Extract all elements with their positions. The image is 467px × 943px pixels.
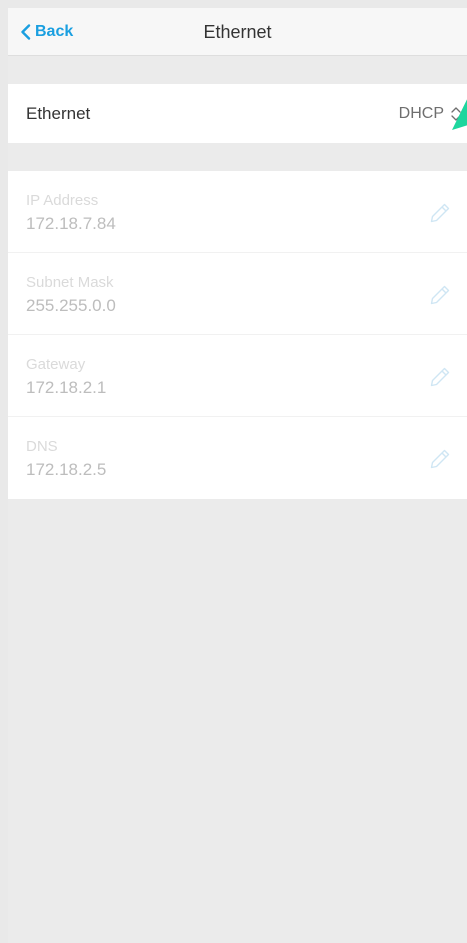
dns-row: DNS 172.18.2.5	[8, 417, 467, 499]
edit-gateway-button[interactable]	[425, 362, 455, 392]
ip-address-row: IP Address 172.18.7.84	[8, 171, 467, 253]
ethernet-settings-screen: Back Ethernet Ethernet DHCP IP Address 1…	[8, 8, 467, 943]
ethernet-mode-row[interactable]: Ethernet DHCP	[8, 84, 467, 143]
edit-dns-button[interactable]	[425, 444, 455, 474]
subnet-mask-value: 255.255.0.0	[26, 296, 116, 315]
page-title: Ethernet	[203, 22, 272, 42]
subnet-mask-label: Subnet Mask	[26, 274, 114, 291]
dns-label: DNS	[26, 438, 58, 455]
pencil-icon	[430, 449, 450, 469]
navigation-bar: Back Ethernet	[8, 8, 467, 56]
back-button[interactable]: Back	[20, 8, 73, 56]
gateway-value: 172.18.2.1	[26, 378, 107, 397]
ethernet-mode-selector[interactable]: DHCP	[399, 105, 462, 123]
subnet-mask-row: Subnet Mask 255.255.0.0	[8, 253, 467, 335]
edit-subnet-mask-button[interactable]	[425, 280, 455, 310]
ip-address-label: IP Address	[26, 192, 99, 209]
up-down-chevron-icon	[451, 106, 461, 121]
ethernet-mode-value: DHCP	[398, 104, 444, 122]
ethernet-mode-label: Ethernet	[26, 103, 91, 123]
dns-value: 172.18.2.5	[26, 460, 107, 479]
pencil-icon	[430, 203, 450, 223]
pencil-icon	[430, 285, 450, 305]
gateway-label: Gateway	[26, 356, 86, 373]
ip-address-value: 172.18.7.84	[26, 214, 116, 233]
chevron-left-icon	[21, 24, 31, 40]
ip-settings-list: IP Address 172.18.7.84 Subnet Mask 255.2…	[8, 171, 467, 499]
gateway-row: Gateway 172.18.2.1	[8, 335, 467, 417]
edit-ip-address-button[interactable]	[425, 198, 455, 228]
pencil-icon	[430, 367, 450, 387]
back-label: Back	[35, 23, 74, 40]
